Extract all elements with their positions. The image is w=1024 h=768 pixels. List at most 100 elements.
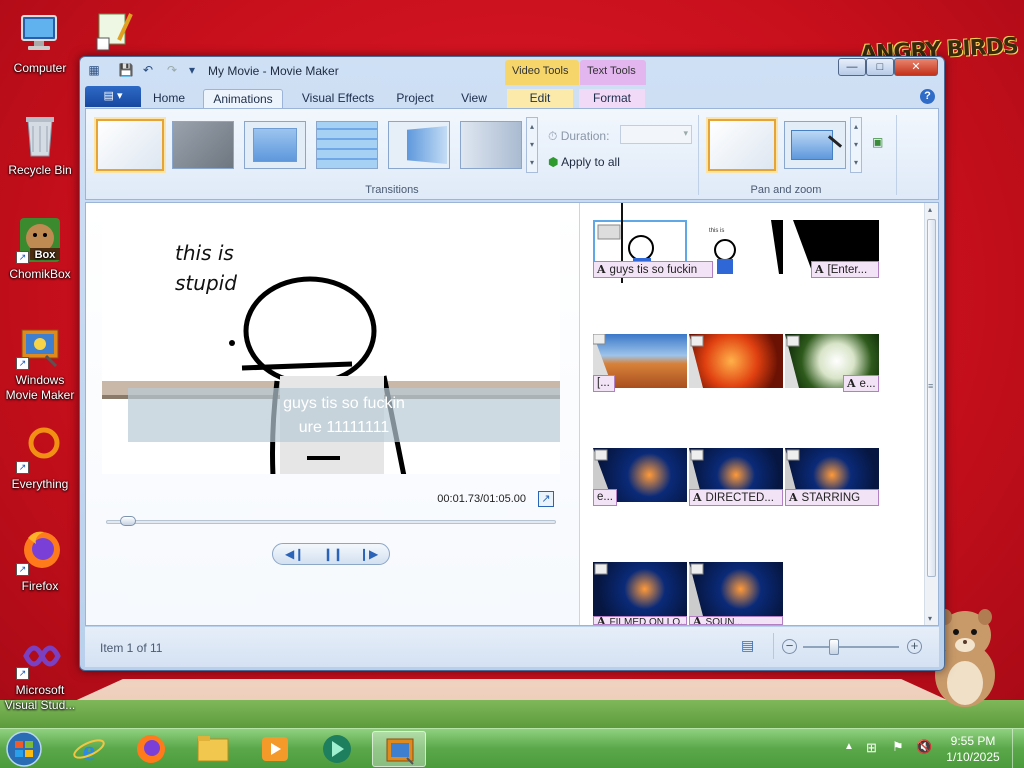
- start-button[interactable]: [4, 730, 44, 768]
- next-frame-button[interactable]: ❙▶: [359, 547, 378, 561]
- show-hidden-icons-button[interactable]: ▲: [844, 741, 854, 752]
- tab-project[interactable]: Project: [389, 89, 441, 108]
- volume-muted-icon[interactable]: 🔇: [916, 739, 932, 755]
- transition-crossfade-thumb[interactable]: [172, 121, 234, 169]
- media-center-icon: [323, 735, 351, 763]
- storyboard-scrollbar[interactable]: ▴ ≡ ▾: [924, 203, 938, 625]
- desktop-icon-chomikbox[interactable]: Box ↗ ChomikBox: [2, 216, 78, 282]
- pan-zoom-none-thumb[interactable]: [708, 119, 776, 171]
- taskbar-media-player[interactable]: [248, 731, 302, 767]
- scroll-up-icon[interactable]: ▴: [928, 205, 932, 214]
- shortcut-arrow-icon: ↗: [16, 357, 29, 370]
- text-caption-icon: A: [847, 377, 856, 390]
- text-caption-icon: A: [597, 263, 606, 276]
- pan-zoom-scroll-control[interactable]: ▴ ▾ ▾: [850, 117, 862, 173]
- storyboard-clip[interactable]: [689, 334, 783, 388]
- context-tab-video-tools[interactable]: Video Tools: [505, 60, 579, 85]
- text-caption[interactable]: [...: [593, 375, 615, 392]
- text-caption[interactable]: A [Enter...: [811, 261, 879, 278]
- save-icon[interactable]: 💾: [118, 62, 134, 78]
- tab-format[interactable]: Format: [579, 89, 645, 108]
- storyboard-clip[interactable]: [593, 562, 687, 616]
- transition-fade-thumb[interactable]: [460, 121, 522, 169]
- text-caption[interactable]: A FILMED ON LO...: [593, 616, 687, 625]
- clock[interactable]: 9:55 PM 1/10/2025: [938, 733, 1008, 765]
- tab-edit[interactable]: Edit: [507, 89, 573, 108]
- previous-frame-button[interactable]: ◀❙: [285, 547, 304, 561]
- seek-bar-thumb[interactable]: [120, 516, 137, 526]
- seek-bar[interactable]: [106, 516, 556, 526]
- zoom-in-button[interactable]: +: [907, 639, 922, 654]
- undo-icon[interactable]: ↶: [140, 62, 156, 78]
- zoom-out-button[interactable]: −: [782, 639, 797, 654]
- text-caption[interactable]: A STARRING: [785, 489, 879, 506]
- text-caption[interactable]: A DIRECTED...: [689, 489, 783, 506]
- customize-toolbar-icon[interactable]: ▾: [184, 62, 200, 78]
- pause-button[interactable]: ❙❙: [323, 547, 343, 561]
- shortcut-arrow-icon: ↗: [16, 251, 29, 264]
- duration-row: ⏱ Duration:: [548, 129, 609, 144]
- text-caption[interactable]: Ae...: [843, 375, 879, 392]
- pan-zoom-group-label: Pan and zoom: [750, 184, 822, 196]
- ribbon-separator: [896, 115, 897, 195]
- thumbnail-size-icon[interactable]: ▤: [741, 637, 761, 655]
- computer-icon: [16, 10, 64, 58]
- network-icon[interactable]: ⊞: [866, 740, 877, 756]
- apply-pan-zoom-all-icon[interactable]: ▣: [872, 135, 888, 151]
- taskbar-firefox[interactable]: [124, 731, 178, 767]
- desktop-icon-movie-maker[interactable]: ↗ Windows Movie Maker: [2, 322, 78, 403]
- transition-flip-thumb[interactable]: [388, 121, 450, 169]
- tab-view[interactable]: View: [449, 89, 499, 108]
- duration-select[interactable]: ▾: [620, 125, 692, 144]
- file-menu-button[interactable]: ▤ ▾: [85, 86, 141, 107]
- gallery-scroll-control[interactable]: ▴ ▾ ▾: [526, 117, 538, 173]
- transition-none-thumb[interactable]: [96, 119, 164, 171]
- text-caption[interactable]: A SOUN...: [689, 616, 783, 625]
- tab-home[interactable]: Home: [143, 89, 195, 108]
- redo-icon[interactable]: ↷: [164, 62, 180, 78]
- transition-zoom-thumb[interactable]: [244, 121, 306, 169]
- text-caption[interactable]: Aguys tis so fuckin: [593, 261, 713, 278]
- apply-to-all-button[interactable]: ⬢ Apply to all: [548, 155, 620, 169]
- ribbon-separator: [698, 115, 699, 195]
- context-tab-text-tools[interactable]: Text Tools: [580, 60, 646, 85]
- taskbar-internet-explorer[interactable]: e: [62, 731, 116, 767]
- scrollbar-thumb[interactable]: [927, 219, 936, 577]
- scroll-down-icon[interactable]: ▾: [928, 614, 932, 623]
- storyboard-clip[interactable]: [689, 562, 783, 616]
- taskbar-file-explorer[interactable]: [186, 731, 240, 767]
- help-icon[interactable]: ?: [920, 89, 935, 104]
- movie-maker-window: ▦ 💾 ↶ ↷ ▾ My Movie - Movie Maker Video T…: [79, 56, 945, 671]
- everything-icon: ↗: [16, 426, 64, 474]
- show-desktop-button[interactable]: [1012, 729, 1024, 768]
- zoom-slider[interactable]: [803, 639, 899, 655]
- status-separator: [773, 633, 774, 659]
- action-center-flag-icon[interactable]: ⚑: [892, 739, 904, 755]
- taskbar-media-center[interactable]: [310, 731, 364, 767]
- popout-preview-icon[interactable]: ↗: [538, 491, 554, 507]
- desktop-icon-computer[interactable]: Computer: [2, 10, 78, 76]
- desktop-icon-notepad[interactable]: [95, 10, 135, 52]
- tab-animations[interactable]: Animations: [203, 89, 283, 108]
- desktop-icon-everything[interactable]: ↗ Everything: [2, 426, 78, 492]
- desktop-icon-recycle-bin[interactable]: Recycle Bin: [2, 112, 78, 178]
- maximize-button[interactable]: □: [866, 58, 894, 76]
- app-menu-icon[interactable]: ▦: [86, 62, 102, 78]
- desktop-icon-firefox[interactable]: ↗ Firefox: [2, 528, 78, 594]
- minimize-button[interactable]: —: [838, 58, 866, 76]
- desktop-icon-visual-studio[interactable]: ↗ Microsoft Visual Stud...: [2, 632, 78, 713]
- desktop-icon-label: Windows Movie Maker: [5, 373, 75, 402]
- firefox-icon: ↗: [16, 528, 64, 576]
- text-caption-icon: A: [693, 491, 702, 504]
- ribbon-tabs: ▤ ▾ Home Animations Visual Effects Proje…: [85, 86, 939, 108]
- close-button[interactable]: ✕: [894, 58, 938, 76]
- title-bar[interactable]: ▦ 💾 ↶ ↷ ▾ My Movie - Movie Maker Video T…: [80, 57, 944, 85]
- transition-tiles-thumb[interactable]: [316, 121, 378, 169]
- workspace: this is stupid guys tis so fuckin ure 11…: [85, 202, 939, 626]
- tab-visual-effects[interactable]: Visual Effects: [293, 89, 383, 108]
- pan-zoom-auto-thumb[interactable]: [784, 121, 846, 169]
- taskbar-movie-maker[interactable]: [372, 731, 426, 767]
- video-preview[interactable]: this is stupid guys tis so fuckin ure 11…: [102, 216, 560, 474]
- zoom-slider-thumb[interactable]: [828, 639, 839, 655]
- text-caption[interactable]: e...: [593, 489, 617, 506]
